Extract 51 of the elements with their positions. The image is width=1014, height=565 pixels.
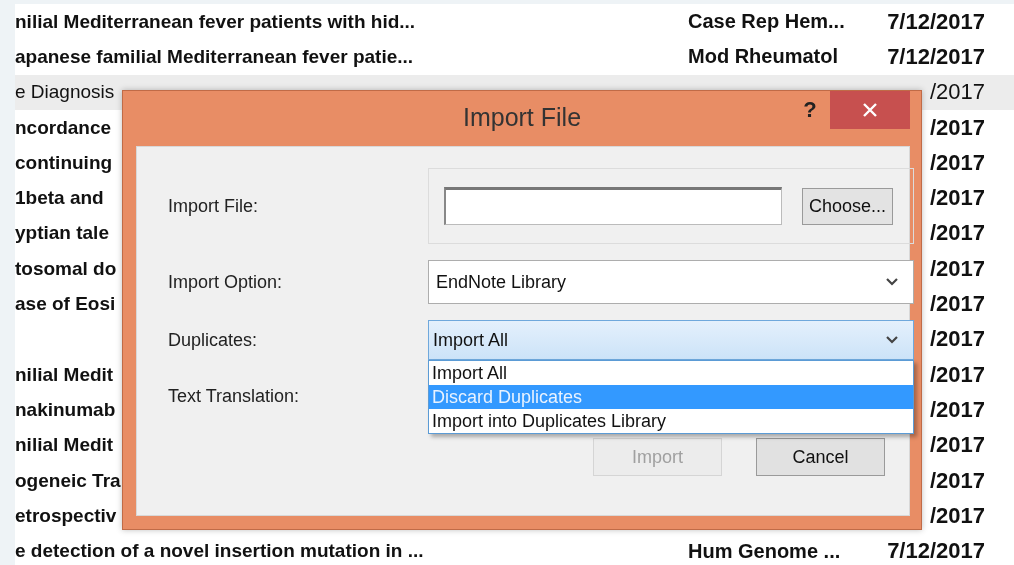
import-option-dropdown[interactable]: EndNote Library: [428, 260, 914, 304]
reference-date: /2017: [929, 467, 985, 493]
duplicates-dropdown[interactable]: Import All: [428, 320, 914, 360]
reference-date: /2017: [929, 114, 985, 140]
reference-title: continuing: [15, 151, 113, 173]
chevron-down-icon: [885, 335, 899, 345]
field-label: Import Option:: [168, 271, 284, 293]
file-path-field[interactable]: [444, 187, 782, 225]
choose-button[interactable]: Choose...: [802, 187, 894, 225]
reference-date: /2017: [929, 185, 985, 211]
reference-title: nilial Medit: [15, 434, 114, 456]
reference-title: apanese familial Mediterranean fever patie...: [15, 45, 414, 67]
chevron-down-icon: [885, 277, 899, 287]
field-label: Text Translation:: [168, 385, 301, 407]
reference-title: 1beta and: [15, 187, 104, 209]
reference-date: /2017: [929, 255, 985, 281]
reference-title: ogeneic Tra: [15, 469, 121, 491]
dropdown-option[interactable]: Import All: [429, 361, 913, 385]
reference-title: nakinumab: [15, 398, 116, 420]
reference-date: /2017: [929, 361, 985, 387]
reference-date: /2017: [929, 432, 985, 458]
reference-date: /2017: [929, 396, 985, 422]
journal-name: Case Rep Hem...: [688, 10, 845, 33]
reference-title: e detection of a novel insertion mutation in ...: [15, 540, 424, 562]
reference-date: /2017: [929, 149, 985, 175]
reference-title: ncordance: [15, 116, 112, 138]
close-icon: [862, 102, 878, 118]
reference-date: /2017: [929, 326, 985, 352]
reference-title: nilial Mediterranean fever patients with hid...: [15, 10, 416, 32]
reference-date: 7/12/2017: [887, 538, 985, 564]
journal-name: Hum Genome ...: [688, 539, 841, 562]
reference-title: ase of Eosi: [15, 293, 116, 314]
reference-date: /2017: [929, 220, 985, 246]
field-label: Duplicates:: [168, 329, 259, 351]
reference-date: /2017: [929, 502, 985, 528]
dialog-title: Import File: [462, 103, 582, 132]
field-label: Import File:: [168, 195, 260, 217]
reference-title: nilial Medit: [15, 363, 114, 385]
reference-title: yptian tale: [15, 222, 109, 244]
reference-title: etrospectiv: [15, 504, 117, 526]
reference-date: 7/12/2017: [887, 8, 985, 34]
close-button[interactable]: [830, 91, 910, 129]
help-button[interactable]: ?: [790, 97, 830, 123]
reference-date: /2017: [929, 291, 985, 316]
journal-name: Mod Rheumatol: [688, 45, 838, 68]
cancel-button[interactable]: Cancel: [756, 438, 885, 476]
reference-date: /2017: [929, 79, 985, 105]
dropdown-option[interactable]: Import into Duplicates Library: [429, 409, 913, 433]
reference-date: 7/12/2017: [887, 43, 985, 69]
reference-title: e Diagnosis: [15, 81, 115, 103]
reference-title: tosomal do: [15, 257, 117, 279]
